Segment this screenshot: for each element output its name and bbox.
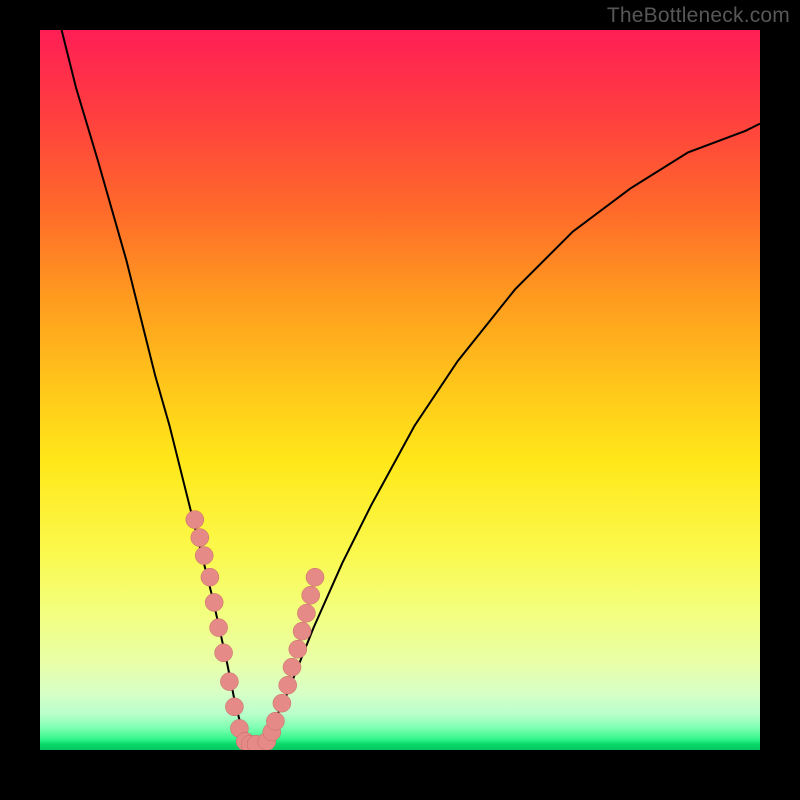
datapoint — [279, 676, 297, 694]
datapoint — [201, 568, 219, 586]
datapoint — [289, 640, 307, 658]
datapoint — [306, 568, 324, 586]
datapoint — [297, 604, 315, 622]
datapoint — [302, 586, 320, 604]
datapoint — [191, 529, 209, 547]
datapoint — [195, 547, 213, 565]
datapoint — [266, 712, 284, 730]
datapoint-markers — [186, 511, 324, 750]
watermark-label: TheBottleneck.com — [607, 4, 790, 28]
bottleneck-curve — [62, 30, 760, 743]
datapoint — [220, 673, 238, 691]
plot-area — [40, 30, 760, 750]
datapoint — [225, 698, 243, 716]
datapoint — [293, 622, 311, 640]
datapoint — [205, 593, 223, 611]
datapoint — [186, 511, 204, 529]
datapoint — [273, 694, 291, 712]
chart-stage: TheBottleneck.com — [0, 0, 800, 800]
datapoint — [283, 658, 301, 676]
datapoint — [210, 619, 228, 637]
datapoint — [215, 644, 233, 662]
curve-layer — [40, 30, 760, 750]
